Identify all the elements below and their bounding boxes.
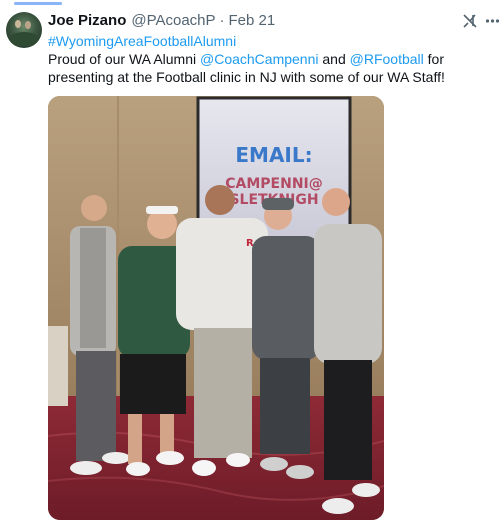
screen-text-line2: CAMPENNI@	[225, 176, 323, 192]
tweet-text: #WyomingAreaFootballAlumni Proud of our …	[48, 32, 498, 86]
top-accent-bar	[14, 2, 62, 5]
screen-text-line1: EMAIL:	[235, 143, 312, 167]
photo-illustration: EMAIL: CAMPENNI@ SLETKNIGH	[48, 96, 384, 520]
header-separator: ·	[219, 12, 225, 29]
text-part-1: Proud of our WA Alumni	[48, 51, 200, 67]
person-5	[314, 188, 382, 514]
tweet-card: Joe Pizano @PAcoachP · Feb 21 #WyomingAr…	[0, 0, 500, 522]
author-name[interactable]: Joe Pizano	[48, 12, 126, 29]
tweet-date[interactable]: Feb 21	[229, 12, 276, 29]
author-handle[interactable]: @PAcoachP	[131, 12, 215, 29]
avatar[interactable]	[6, 12, 42, 48]
hashtag-link[interactable]: #WyomingAreaFootballAlumni	[48, 33, 236, 49]
text-part-2: and	[318, 51, 350, 67]
person-4	[252, 198, 320, 479]
mention-link-campenni[interactable]: @CoachCampenni	[200, 51, 319, 67]
mention-link-rfootball[interactable]: @RFootball	[350, 51, 424, 67]
grok-icon[interactable]	[462, 13, 478, 29]
tweet-header: Joe Pizano @PAcoachP · Feb 21	[48, 12, 275, 32]
tweet-photo[interactable]: EMAIL: CAMPENNI@ SLETKNIGH	[48, 96, 384, 520]
more-icon[interactable]	[485, 12, 500, 30]
